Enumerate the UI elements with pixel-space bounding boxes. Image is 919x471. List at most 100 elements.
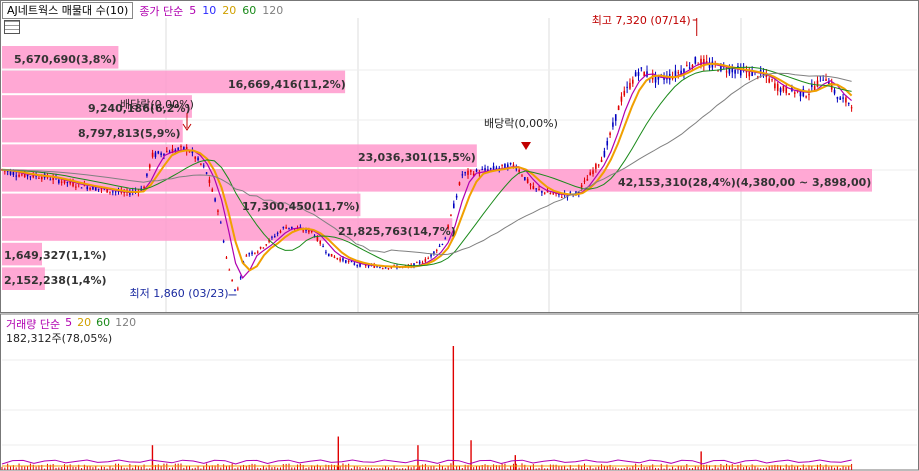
candle-body bbox=[509, 162, 512, 165]
candle-body bbox=[612, 122, 614, 127]
candle-body bbox=[214, 198, 216, 202]
dividend-label-1: 배당락(0,00%) bbox=[120, 98, 194, 111]
candle-body bbox=[234, 289, 236, 291]
dividend-label-2: 배당락(0,00%) bbox=[484, 117, 558, 130]
candle-body bbox=[256, 251, 259, 253]
candle-body bbox=[774, 83, 776, 89]
candle-body bbox=[353, 263, 356, 265]
stock-chart: 5,670,690(3,8%)16,669,416(11,2%)9,240,18… bbox=[0, 0, 919, 471]
candle-body bbox=[177, 148, 179, 150]
ma120-legend: 120 bbox=[262, 4, 284, 17]
candle-body bbox=[825, 79, 827, 81]
candle-body bbox=[583, 180, 586, 182]
candle-body bbox=[350, 261, 353, 263]
candle-body bbox=[109, 191, 111, 193]
candle-body bbox=[836, 97, 839, 99]
candle-body bbox=[543, 192, 546, 194]
candle-body bbox=[251, 252, 253, 255]
candle-body bbox=[688, 67, 691, 69]
ma-legend-label: 종가 단순 bbox=[139, 4, 184, 18]
candle-body bbox=[60, 181, 63, 183]
candle-body bbox=[808, 94, 810, 96]
candle-body bbox=[12, 171, 15, 175]
volume-profile-label: 23,036,301(15,5%) bbox=[358, 151, 476, 164]
candle-body bbox=[461, 174, 464, 176]
candle-body bbox=[379, 267, 381, 269]
candle-body bbox=[458, 182, 461, 186]
low-price-label: 최저 1,860 (03/23) bbox=[130, 287, 229, 300]
candle-body bbox=[228, 269, 231, 271]
candle-body bbox=[595, 163, 597, 169]
candle-body bbox=[524, 177, 526, 180]
candle-body bbox=[705, 61, 708, 63]
candle-body bbox=[151, 152, 154, 157]
candle-body bbox=[38, 177, 40, 179]
candle-body bbox=[416, 262, 418, 264]
candle-body bbox=[532, 186, 535, 189]
candle-body bbox=[805, 96, 807, 98]
candle-body bbox=[811, 84, 813, 87]
candle-body bbox=[86, 186, 89, 190]
candle-body bbox=[845, 97, 847, 103]
candle-body bbox=[489, 168, 492, 170]
candle-body bbox=[521, 175, 523, 177]
candle-body bbox=[492, 166, 495, 170]
candle-body bbox=[518, 169, 520, 172]
volume-pane bbox=[0, 313, 919, 471]
candle-body bbox=[248, 253, 251, 255]
candle-body bbox=[239, 277, 242, 279]
candle-body bbox=[444, 238, 447, 240]
candle-body bbox=[194, 156, 197, 159]
candle-body bbox=[484, 168, 486, 171]
candle-body bbox=[694, 57, 697, 64]
candle-body bbox=[481, 169, 484, 171]
candle-body bbox=[580, 185, 583, 188]
candle-body bbox=[333, 256, 336, 258]
candle-body bbox=[327, 253, 330, 257]
candle-body bbox=[470, 170, 472, 172]
candle-body bbox=[782, 85, 785, 92]
candle-body bbox=[273, 236, 276, 238]
candle-body bbox=[97, 188, 100, 190]
candle-body bbox=[166, 151, 168, 153]
volume-profile-label: 2,152,238(1,4%) bbox=[4, 274, 107, 287]
ma10-legend: 10 bbox=[202, 4, 217, 17]
ma5-legend: 5 bbox=[189, 4, 197, 17]
candle-body bbox=[345, 260, 347, 263]
candle-body bbox=[94, 187, 97, 191]
candle-body bbox=[302, 230, 304, 232]
candle-body bbox=[330, 253, 333, 257]
candle-body bbox=[202, 165, 205, 167]
candle-body bbox=[148, 164, 151, 168]
candle-body bbox=[112, 191, 114, 193]
candle-body bbox=[779, 88, 782, 93]
candle-body bbox=[387, 268, 390, 270]
candle-body bbox=[322, 246, 324, 248]
candle-body bbox=[237, 288, 239, 290]
candle-body bbox=[620, 96, 623, 102]
candle-body bbox=[626, 86, 628, 88]
candle-body bbox=[75, 186, 77, 188]
stock-selector[interactable]: AJ네트웍스 매물대 수(10) bbox=[2, 2, 134, 19]
candle-body bbox=[356, 265, 358, 267]
candle-body bbox=[265, 244, 268, 246]
candle-body bbox=[623, 90, 626, 96]
candle-body bbox=[629, 82, 631, 89]
table-icon[interactable] bbox=[4, 20, 20, 34]
candle-body bbox=[606, 141, 609, 146]
volume-profile-label: 5,670,690(3,8%) bbox=[14, 53, 117, 66]
candle-body bbox=[632, 79, 634, 84]
candle-body bbox=[347, 261, 350, 263]
candle-body bbox=[325, 251, 327, 253]
candle-body bbox=[276, 232, 279, 234]
candle-body bbox=[640, 67, 643, 69]
candle-body bbox=[384, 267, 387, 269]
candle-body bbox=[768, 78, 770, 83]
volume-info: 182,312주(78,05%) bbox=[6, 332, 113, 345]
candle-body bbox=[217, 210, 219, 212]
candle-body bbox=[18, 174, 20, 177]
candle-body bbox=[282, 227, 285, 229]
candle-body bbox=[535, 188, 537, 190]
candle-body bbox=[455, 195, 458, 198]
candle-body bbox=[418, 261, 421, 264]
